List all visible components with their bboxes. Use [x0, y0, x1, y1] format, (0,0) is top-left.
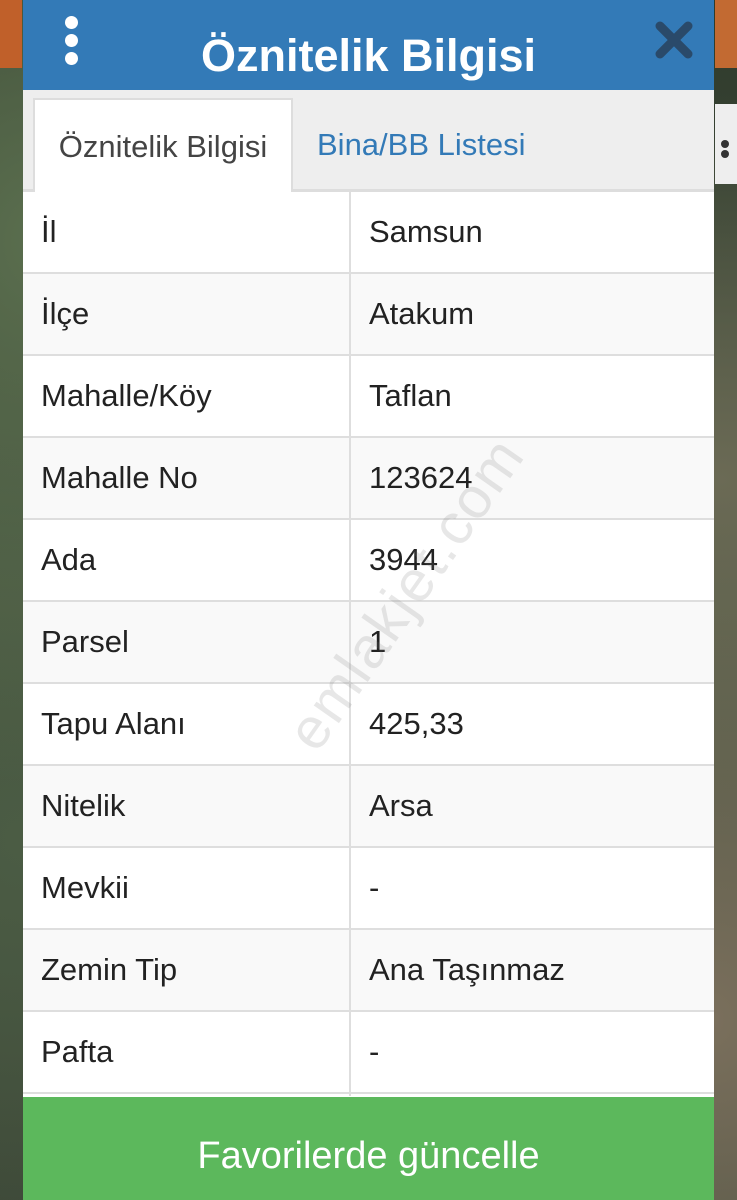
- tab-oznitelik-bilgisi[interactable]: Öznitelik Bilgisi: [33, 98, 293, 195]
- row-value: Ana Taşınmaz: [369, 952, 565, 987]
- table-row: Pafta -: [23, 1012, 714, 1094]
- row-value: Arsa: [369, 788, 433, 823]
- table-row: İlçe Atakum: [23, 274, 714, 356]
- table-row: İl Samsun: [23, 192, 714, 274]
- row-key: İl: [41, 214, 57, 249]
- row-key: Parsel: [41, 624, 129, 659]
- row-value: 3944: [369, 542, 438, 577]
- row-value: 1: [369, 624, 387, 659]
- attribute-table: İl Samsun İlçe Atakum Mahalle/Köy Taflan…: [23, 192, 714, 1094]
- map-marker-left: [0, 0, 22, 68]
- table-row: Mevkii -: [23, 848, 714, 930]
- row-key: Mahalle/Köy: [41, 378, 212, 413]
- table-row: Mahalle No 123624: [23, 438, 714, 520]
- row-key: Nitelik: [41, 788, 126, 823]
- row-value: -: [369, 1034, 380, 1069]
- row-key: Pafta: [41, 1034, 114, 1069]
- row-value: 123624: [369, 460, 473, 495]
- attribute-dialog: Öznitelik Bilgisi Öznitelik Bilgisi Bina…: [23, 0, 714, 1200]
- column-divider: [349, 192, 351, 1096]
- table-row: Nitelik Arsa: [23, 766, 714, 848]
- table-row: Mahalle/Köy Taflan: [23, 356, 714, 438]
- tab-bar: Öznitelik Bilgisi Bina/BB Listesi: [23, 90, 714, 195]
- table-row: Parsel 1: [23, 602, 714, 684]
- row-key: Mevkii: [41, 870, 129, 905]
- row-key: Zemin Tip: [41, 952, 178, 987]
- row-value: 425,33: [369, 706, 464, 741]
- row-key: İlçe: [41, 296, 90, 331]
- row-value: Atakum: [369, 296, 475, 331]
- row-value: Taflan: [369, 378, 452, 413]
- map-marker-right: [715, 0, 737, 68]
- row-key: Mahalle No: [41, 460, 198, 495]
- close-icon[interactable]: [654, 20, 694, 60]
- row-key: Ada: [41, 542, 97, 577]
- map-side-control[interactable]: [715, 104, 737, 184]
- row-value: Samsun: [369, 214, 483, 249]
- table-row: Tapu Alanı 425,33: [23, 684, 714, 766]
- dialog-title: Öznitelik Bilgisi: [200, 30, 537, 81]
- table-row: Zemin Tip Ana Taşınmaz: [23, 930, 714, 1012]
- update-favorites-button[interactable]: Favorilerde güncelle: [23, 1097, 714, 1200]
- table-row: Ada 3944: [23, 520, 714, 602]
- dialog-header: Öznitelik Bilgisi: [23, 0, 714, 90]
- tab-bina-bb-listesi[interactable]: Bina/BB Listesi: [317, 98, 526, 192]
- row-value: -: [369, 870, 380, 905]
- row-key: Tapu Alanı: [41, 706, 186, 741]
